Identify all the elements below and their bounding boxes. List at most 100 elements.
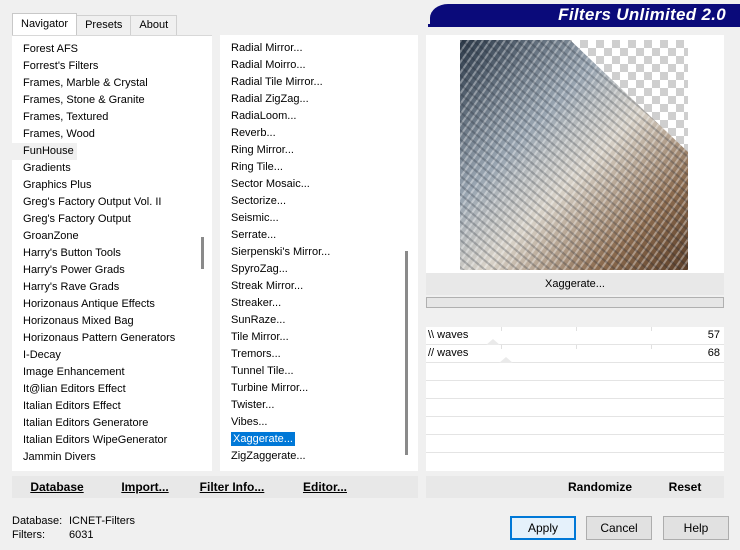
database-status-label: Database: [12, 515, 63, 527]
category-item[interactable]: Forest AFS [12, 41, 175, 58]
preview-image [460, 40, 688, 270]
param-row-empty [426, 435, 724, 453]
category-item[interactable]: Frames, Wood [12, 126, 175, 143]
tab-strip: Navigator Presets About [12, 13, 178, 35]
param-label: // waves [428, 347, 469, 359]
filter-list[interactable]: Radial Mirror... Radial Moirro... Radial T… [220, 35, 418, 471]
param-label: \\ waves [428, 329, 469, 341]
slider-tick [576, 345, 577, 349]
filters-count-label: Filters: [12, 529, 45, 541]
param-row-empty [426, 417, 724, 435]
tab-navigator[interactable]: Navigator [12, 13, 78, 35]
slider-tick [651, 327, 652, 331]
filter-item[interactable]: Streaker... [220, 295, 330, 312]
filter-item[interactable]: Xaggerate... [220, 431, 330, 448]
filter-scroll-thumb[interactable] [405, 251, 408, 455]
category-item[interactable]: Frames, Stone & Granite [12, 92, 175, 109]
category-item[interactable]: FunHouse [12, 143, 77, 160]
filter-item[interactable]: Streak Mirror... [220, 278, 330, 295]
category-item[interactable]: Italian Editors Effect [12, 398, 175, 415]
filter-item[interactable]: Tunnel Tile... [220, 363, 330, 380]
param-value: 68 [707, 347, 720, 359]
category-item[interactable]: Harry's Rave Grads [12, 279, 175, 296]
filter-item[interactable]: Radial Mirror... [220, 40, 330, 57]
category-item[interactable]: GroanZone [12, 228, 175, 245]
param-value: 57 [707, 329, 720, 341]
filter-item[interactable]: Radial ZigZag... [220, 91, 330, 108]
category-item[interactable]: Harry's Button Tools [12, 245, 175, 262]
preview-graphic [460, 40, 688, 270]
tab-presets[interactable]: Presets [76, 15, 132, 35]
filter-name-label: Xaggerate... [426, 273, 724, 295]
category-item[interactable]: Greg's Factory Output Vol. II [12, 194, 175, 211]
category-scrollbar[interactable] [195, 40, 212, 468]
param-row-empty [426, 381, 724, 399]
slider-tick [651, 345, 652, 349]
category-item[interactable]: Image Enhancement [12, 364, 175, 381]
category-item[interactable]: It@lian Editors Effect [12, 381, 175, 398]
category-item[interactable]: Horizonaus Pattern Generators [12, 330, 175, 347]
filter-item[interactable]: Radial Tile Mirror... [220, 74, 330, 91]
preview-panel [426, 35, 724, 273]
filter-item[interactable]: Twister... [220, 397, 330, 414]
category-item[interactable]: Horizonaus Antique Effects [12, 296, 175, 313]
selected-filter-highlight[interactable]: Xaggerate... [231, 432, 295, 446]
filter-item[interactable]: Ring Tile... [220, 159, 330, 176]
category-list[interactable]: Forest AFS Forrest's Filters Frames, Marbl… [12, 35, 212, 471]
filter-item[interactable]: SunRaze... [220, 312, 330, 329]
filter-item[interactable]: Reverb... [220, 125, 330, 142]
param-row-slash-waves[interactable]: // waves 68 [426, 345, 724, 363]
filter-item[interactable]: Tremors... [220, 346, 330, 363]
category-scroll-thumb[interactable] [201, 237, 204, 269]
category-item[interactable]: Frames, Textured [12, 109, 175, 126]
filter-item[interactable]: Sierpenski's Mirror... [220, 244, 330, 261]
filter-item[interactable]: Vibes... [220, 414, 330, 431]
filter-item[interactable]: Serrate... [220, 227, 330, 244]
category-item[interactable]: Gradients [12, 160, 175, 177]
randomize-button[interactable]: Randomize [562, 476, 638, 498]
help-button[interactable]: Help [663, 516, 729, 540]
filter-item[interactable]: Turbine Mirror... [220, 380, 330, 397]
slider-tick [576, 327, 577, 331]
param-row-empty [426, 363, 724, 381]
filter-item[interactable]: RadiaLoom... [220, 108, 330, 125]
category-items: Forest AFS Forrest's Filters Frames, Marbl… [12, 41, 175, 466]
category-item[interactable]: Horizonaus Mixed Bag [12, 313, 175, 330]
preset-button-bar: Randomize Reset [426, 476, 724, 498]
cancel-button[interactable]: Cancel [586, 516, 652, 540]
category-item[interactable]: Forrest's Filters [12, 58, 175, 75]
list-button-bar: Database Import... Filter Info... Editor… [12, 476, 418, 498]
tab-about[interactable]: About [130, 15, 178, 35]
category-item[interactable]: Italian Editors WipeGenerator [12, 432, 175, 449]
import-button[interactable]: Import... [112, 476, 178, 498]
category-item[interactable]: Harry's Power Grads [12, 262, 175, 279]
editor-button-label: Editor... [302, 480, 347, 494]
category-item[interactable]: Frames, Marble & Crystal [12, 75, 175, 92]
filters-count-value: 6031 [69, 529, 94, 541]
category-item[interactable]: Graphics Plus [12, 177, 175, 194]
filter-item[interactable]: Tile Mirror... [220, 329, 330, 346]
slider-tick [501, 345, 502, 349]
param-row-empty [426, 399, 724, 417]
category-item[interactable]: Italian Editors Generatore [12, 415, 175, 432]
category-item[interactable]: Greg's Factory Output [12, 211, 175, 228]
filter-scrollbar[interactable] [399, 39, 416, 467]
param-row-empty [426, 453, 724, 471]
category-item[interactable]: Jammin Divers [12, 449, 175, 466]
category-item[interactable]: I-Decay [12, 347, 175, 364]
filter-item[interactable]: ZigZaggerate... [220, 448, 330, 465]
filter-info-button[interactable]: Filter Info... [190, 476, 274, 498]
parameter-sliders: \\ waves 57 // waves 68 [426, 327, 724, 471]
reset-button[interactable]: Reset [660, 476, 710, 498]
database-status-value: ICNET-Filters [69, 515, 135, 527]
filter-item[interactable]: Sectorize... [220, 193, 330, 210]
apply-button[interactable]: Apply [510, 516, 576, 540]
filter-item[interactable]: Sector Mosaic... [220, 176, 330, 193]
filter-item[interactable]: Radial Moirro... [220, 57, 330, 74]
database-button[interactable]: Database [22, 476, 92, 498]
filter-item[interactable]: Seismic... [220, 210, 330, 227]
filter-item[interactable]: Ring Mirror... [220, 142, 330, 159]
editor-button[interactable]: Editor... [290, 476, 360, 498]
param-row-backslash-waves[interactable]: \\ waves 57 [426, 327, 724, 345]
filter-item[interactable]: SpyroZag... [220, 261, 330, 278]
